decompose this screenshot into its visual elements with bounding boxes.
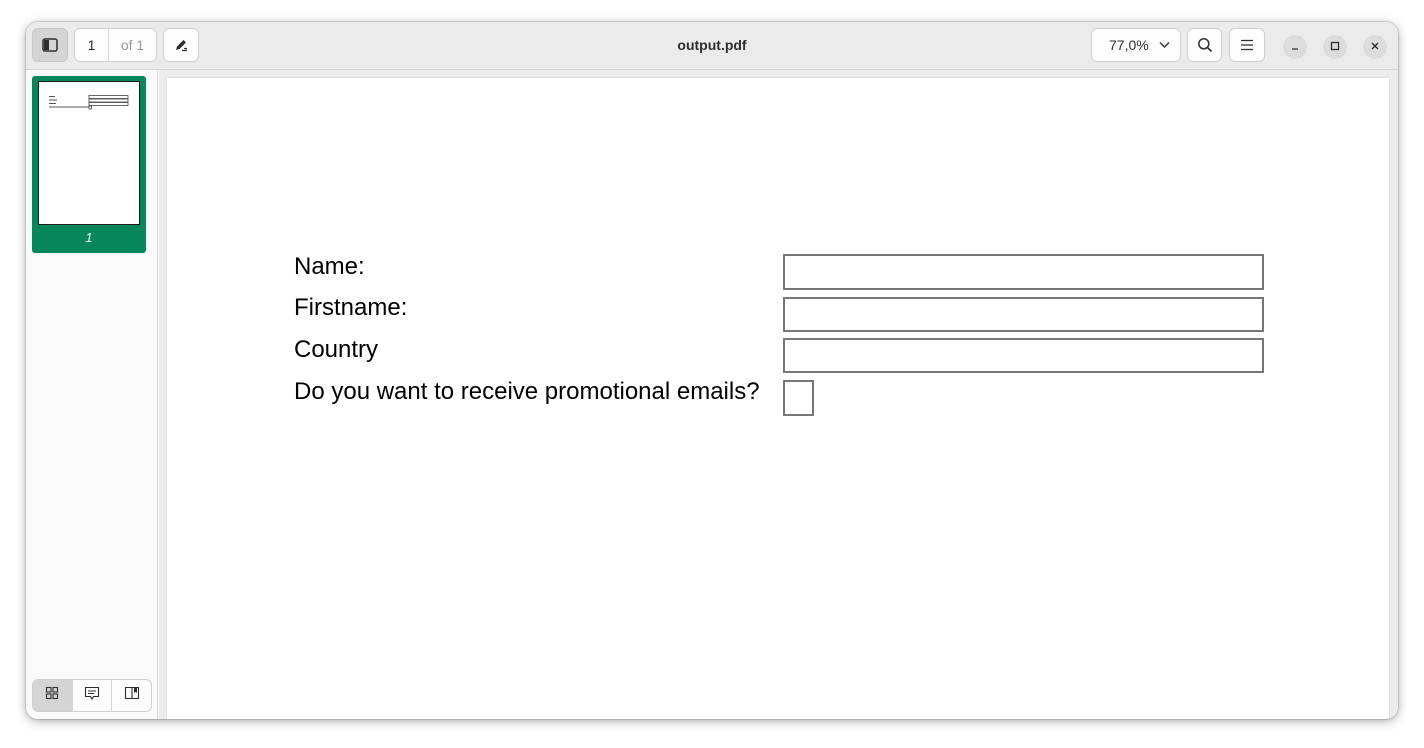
name-field[interactable]: [783, 254, 1264, 290]
main-menu-button[interactable]: [1229, 28, 1265, 62]
thumbnails-view-button[interactable]: [33, 680, 73, 711]
firstname-label: Firstname:: [294, 294, 408, 321]
bookmarks-icon: [124, 686, 140, 705]
maximize-icon: [1330, 38, 1340, 56]
thumbnails-icon: [45, 686, 59, 705]
thumbnail-miniature: [49, 95, 129, 110]
search-button[interactable]: [1187, 28, 1222, 62]
sidebar: 1: [26, 70, 158, 719]
name-label: Name:: [294, 253, 365, 280]
pdf-viewer-window: 1 of 1 output.pdf 77,0% 1 Name: Firstnam…: [26, 22, 1398, 719]
country-field[interactable]: [783, 338, 1264, 373]
bookmarks-view-button[interactable]: [112, 680, 151, 711]
document-view[interactable]: Name: Firstname: Country Do you want to …: [159, 70, 1398, 719]
pdf-page: Name: Firstname: Country Do you want to …: [167, 78, 1389, 719]
annotations-view-button[interactable]: [73, 680, 113, 711]
minimize-button[interactable]: [1283, 35, 1307, 59]
annotations-icon: [84, 686, 100, 706]
promo-emails-label: Do you want to receive promotional email…: [294, 378, 760, 405]
thumbnail-page-preview: [38, 81, 140, 225]
thumbnail-page-number: 1: [85, 230, 93, 245]
firstname-field[interactable]: [783, 297, 1264, 332]
promo-emails-checkbox[interactable]: [783, 380, 814, 416]
country-label: Country: [294, 336, 379, 363]
page-thumbnail-selected[interactable]: 1: [32, 76, 146, 253]
minimize-icon: [1290, 38, 1300, 56]
search-icon: [1197, 37, 1213, 53]
zoom-dropdown[interactable]: 77,0%: [1091, 28, 1181, 62]
close-icon: [1370, 38, 1380, 56]
zoom-level: 77,0%: [1109, 37, 1149, 53]
close-button[interactable]: [1363, 35, 1387, 59]
sidebar-view-switcher: [32, 679, 152, 712]
hamburger-icon: [1240, 39, 1254, 51]
headerbar: 1 of 1 output.pdf 77,0%: [26, 22, 1398, 70]
maximize-button[interactable]: [1323, 35, 1347, 59]
